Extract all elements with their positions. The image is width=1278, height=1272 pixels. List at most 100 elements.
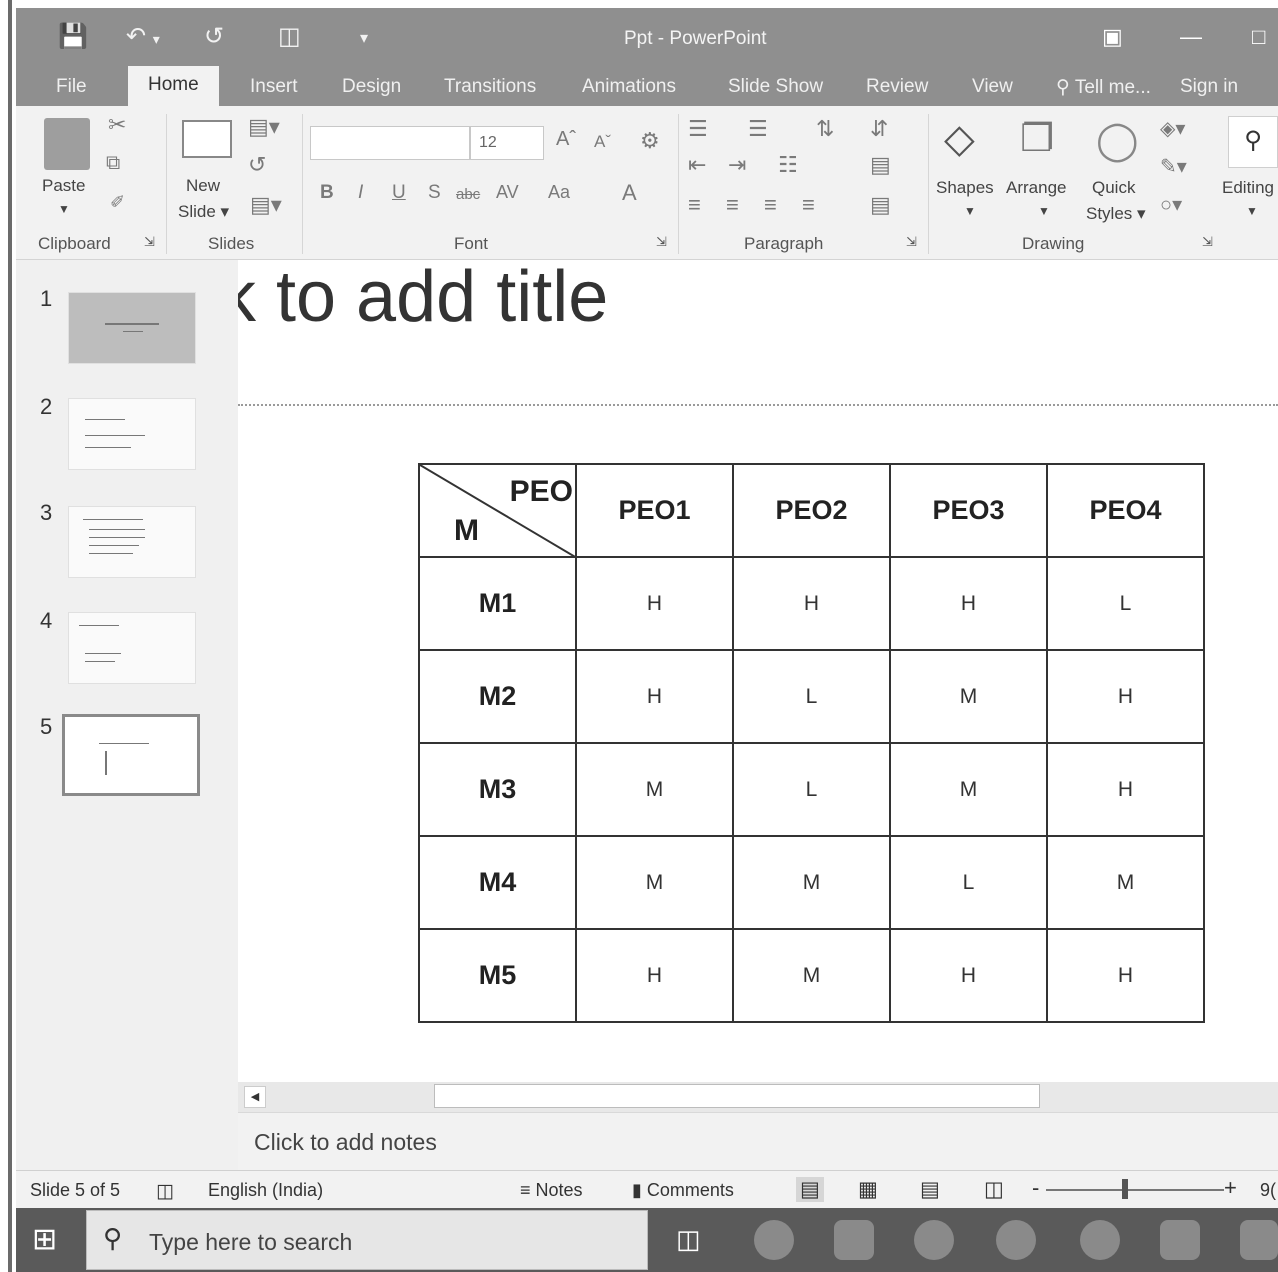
align-left-icon[interactable]: ≡ bbox=[688, 192, 701, 218]
paste-dropdown-icon[interactable]: ▼ bbox=[58, 202, 70, 216]
new-slide-label[interactable]: New bbox=[186, 176, 220, 196]
paste-button[interactable]: Paste bbox=[42, 176, 85, 196]
title-placeholder[interactable]: k to add title bbox=[238, 260, 1278, 406]
customize-qat-icon[interactable]: ▾ bbox=[360, 28, 368, 48]
font-size-box[interactable]: 12 bbox=[470, 126, 544, 160]
tab-design[interactable]: Design bbox=[342, 76, 401, 98]
tab-insert[interactable]: Insert bbox=[250, 76, 298, 98]
maximize-button[interactable]: □ bbox=[1252, 24, 1265, 50]
section-icon[interactable]: ▤▾ bbox=[250, 192, 282, 218]
spell-check-icon[interactable]: ◫ bbox=[156, 1180, 174, 1203]
tab-home[interactable]: Home bbox=[128, 66, 219, 106]
tab-review[interactable]: Review bbox=[866, 76, 928, 98]
normal-view-icon[interactable]: ▤ bbox=[796, 1177, 824, 1202]
mail-icon[interactable] bbox=[1160, 1220, 1200, 1260]
strikethrough-button[interactable]: abc bbox=[456, 186, 480, 203]
arrange-icon[interactable]: ❐ bbox=[1020, 116, 1054, 161]
font-color-button[interactable]: A bbox=[622, 180, 637, 206]
format-painter-icon[interactable]: ✐ bbox=[110, 192, 125, 213]
app-icon[interactable] bbox=[1080, 1220, 1120, 1260]
windows-start-icon[interactable]: ⊞ bbox=[32, 1222, 57, 1257]
file-explorer-icon[interactable] bbox=[834, 1220, 874, 1260]
editing-button[interactable]: Editing bbox=[1222, 178, 1274, 198]
table-cell[interactable]: L bbox=[732, 649, 891, 744]
table-cell[interactable]: H bbox=[575, 556, 734, 651]
slide-thumbnail-4[interactable] bbox=[68, 612, 196, 684]
chrome-icon[interactable] bbox=[914, 1220, 954, 1260]
horizontal-scrollbar[interactable]: ◀ bbox=[238, 1082, 1278, 1112]
reset-icon[interactable]: ↺ bbox=[248, 152, 266, 178]
slide-thumbnail-2[interactable] bbox=[68, 398, 196, 470]
clipboard-launcher-icon[interactable]: ⇲ bbox=[144, 234, 155, 250]
slide-sorter-icon[interactable]: ▦ bbox=[858, 1177, 878, 1202]
table-cell[interactable]: H bbox=[1046, 649, 1205, 744]
slide-canvas[interactable]: k to add title PEO M PEO1 PEO2 PEO3 PEO4… bbox=[238, 260, 1278, 1082]
row-header[interactable]: M3 bbox=[418, 742, 577, 837]
zoom-slider[interactable] bbox=[1046, 1189, 1224, 1191]
column-header[interactable]: PEO1 bbox=[575, 463, 734, 558]
undo-icon[interactable]: ↶ ▾ bbox=[126, 22, 160, 51]
align-center-icon[interactable]: ≡ bbox=[726, 192, 739, 218]
column-header[interactable]: PEO3 bbox=[889, 463, 1048, 558]
increase-font-size-icon[interactable]: Aˆ bbox=[556, 128, 576, 151]
table-cell[interactable]: M bbox=[1046, 835, 1205, 930]
numbering-icon[interactable]: ☰ bbox=[748, 116, 768, 142]
taskbar-search-box[interactable]: ⚲ Type here to search bbox=[86, 1210, 648, 1270]
row-header[interactable]: M5 bbox=[418, 928, 577, 1023]
tell-me-search[interactable]: ⚲ Tell me... bbox=[1056, 76, 1151, 99]
tab-view[interactable]: View bbox=[972, 76, 1013, 98]
sign-in-link[interactable]: Sign in bbox=[1180, 76, 1238, 98]
increase-indent-icon[interactable]: ⇥ bbox=[728, 152, 746, 178]
table-cell[interactable]: L bbox=[889, 835, 1048, 930]
zoom-level[interactable]: 9( bbox=[1260, 1180, 1276, 1201]
new-slide-icon[interactable] bbox=[182, 120, 232, 158]
table-cell[interactable]: H bbox=[575, 928, 734, 1023]
tab-file[interactable]: File bbox=[56, 76, 87, 98]
start-from-beginning-icon[interactable]: ◫ bbox=[278, 22, 301, 51]
slide-show-icon[interactable]: ◫ bbox=[984, 1177, 1004, 1202]
table-cell[interactable]: L bbox=[1046, 556, 1205, 651]
paste-icon[interactable] bbox=[44, 118, 90, 170]
table-cell[interactable]: L bbox=[732, 742, 891, 837]
shapes-icon[interactable]: ◇ bbox=[944, 116, 975, 162]
minimize-button[interactable]: — bbox=[1180, 24, 1202, 50]
character-spacing-button[interactable]: AV bbox=[496, 182, 519, 203]
cut-icon[interactable]: ✂ bbox=[108, 112, 126, 138]
table-cell[interactable]: H bbox=[575, 649, 734, 744]
row-header[interactable]: M1 bbox=[418, 556, 577, 651]
zoom-out-button[interactable]: - bbox=[1032, 1175, 1039, 1201]
slide-thumbnail-1[interactable] bbox=[68, 292, 196, 364]
table-cell[interactable]: M bbox=[889, 649, 1048, 744]
underline-button[interactable]: U bbox=[392, 182, 406, 204]
copy-icon[interactable]: ⧉ bbox=[106, 152, 120, 175]
new-slide-dropdown[interactable]: Slide ▾ bbox=[178, 202, 229, 222]
table-cell[interactable]: M bbox=[575, 835, 734, 930]
bullets-icon[interactable]: ☰ bbox=[688, 116, 708, 142]
text-shadow-button[interactable]: S bbox=[428, 182, 441, 204]
paragraph-launcher-icon[interactable]: ⇲ bbox=[906, 234, 917, 250]
ribbon-display-options-icon[interactable]: ▣ bbox=[1102, 24, 1123, 50]
quick-styles-dropdown[interactable]: Styles ▾ bbox=[1086, 204, 1146, 224]
find-icon[interactable]: ⚲ bbox=[1228, 116, 1278, 168]
slide-thumbnail-3[interactable] bbox=[68, 506, 196, 578]
row-header[interactable]: M2 bbox=[418, 649, 577, 744]
table-corner-cell[interactable]: PEO M bbox=[418, 463, 577, 558]
align-text-icon[interactable]: ▤ bbox=[870, 152, 891, 178]
text-direction-icon[interactable]: ⇵ bbox=[870, 116, 888, 142]
clear-formatting-icon[interactable]: ⚙ bbox=[640, 128, 660, 154]
language-indicator[interactable]: English (India) bbox=[208, 1180, 323, 1201]
align-right-icon[interactable]: ≡ bbox=[764, 192, 777, 218]
arrange-button[interactable]: Arrange bbox=[1006, 178, 1066, 198]
comments-toggle[interactable]: ▮ Comments bbox=[632, 1180, 734, 1201]
tab-animations[interactable]: Animations bbox=[582, 76, 676, 98]
calculator-icon[interactable] bbox=[1240, 1220, 1278, 1260]
table-cell[interactable]: H bbox=[889, 556, 1048, 651]
shape-effects-icon[interactable]: ○▾ bbox=[1160, 192, 1182, 217]
notes-pane[interactable]: Click to add notes bbox=[238, 1112, 1278, 1170]
zoom-slider-knob[interactable] bbox=[1122, 1179, 1128, 1199]
column-header[interactable]: PEO4 bbox=[1046, 463, 1205, 558]
task-view-icon[interactable]: ◫ bbox=[676, 1224, 701, 1255]
table-cell[interactable]: M bbox=[575, 742, 734, 837]
italic-button[interactable]: I bbox=[358, 182, 363, 204]
notes-toggle[interactable]: ≡ Notes bbox=[520, 1180, 583, 1201]
